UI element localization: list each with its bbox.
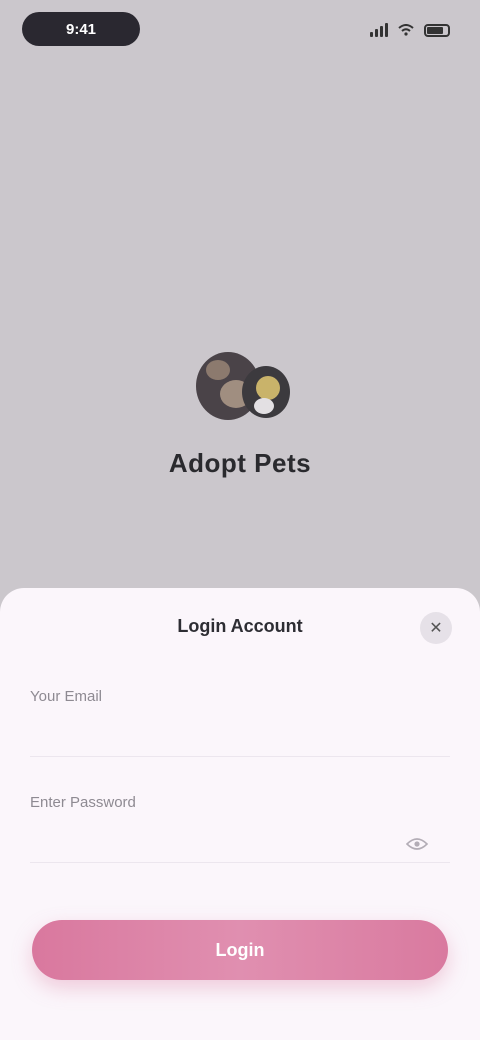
email-label: Your Email	[30, 688, 102, 705]
password-label: Enter Password	[30, 794, 136, 811]
sheet-header: Login Account ✕	[0, 588, 480, 668]
password-input[interactable]	[30, 823, 450, 863]
status-time: 9:41	[22, 12, 140, 46]
status-bar: 9:41	[0, 0, 480, 60]
login-button[interactable]: Login	[32, 920, 448, 980]
close-icon: ✕	[429, 620, 443, 637]
status-icons	[370, 20, 450, 40]
password-field: Enter Password	[30, 794, 450, 863]
close-button[interactable]: ✕	[420, 612, 452, 644]
sheet-title: Login Account	[177, 616, 303, 636]
battery-icon	[424, 23, 450, 37]
app-title: Adopt Pets	[168, 448, 312, 478]
email-field: Your Email	[30, 688, 450, 757]
hero: Adopt Pets	[0, 340, 480, 520]
login-sheet: Login Account ✕ Your Email Enter Passwor…	[0, 588, 480, 1040]
eye-icon[interactable]	[406, 837, 428, 851]
app-logo-icon	[196, 352, 290, 420]
wifi-icon	[398, 24, 414, 36]
email-input[interactable]	[30, 717, 450, 757]
signal-icon	[370, 23, 388, 37]
